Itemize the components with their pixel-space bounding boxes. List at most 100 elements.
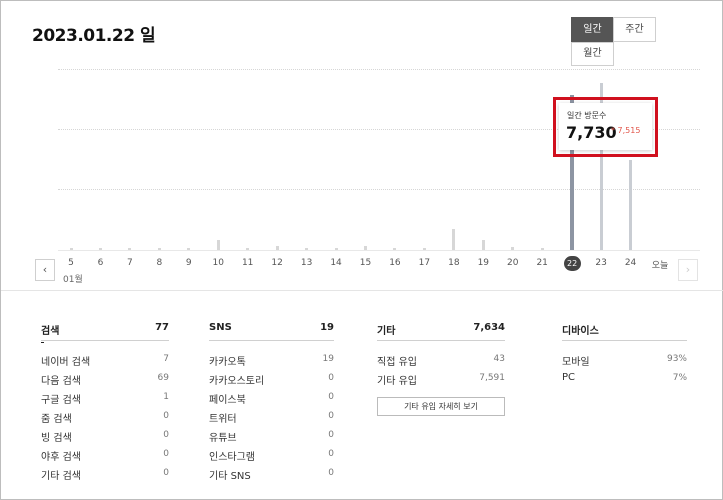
list-item: 모바일 93% (562, 349, 687, 368)
x-tick-label[interactable]: 19 (471, 258, 495, 268)
month-label: 01월 (63, 275, 83, 285)
daily-button[interactable]: 일간 (571, 17, 614, 42)
chart-bar-13[interactable] (305, 248, 309, 250)
list-item-value: 0 (163, 411, 169, 421)
chart-bar-12[interactable] (275, 246, 279, 250)
chart-bar-11[interactable] (246, 248, 250, 250)
x-tick-label[interactable]: 10 (206, 258, 230, 268)
chart-bar-17[interactable] (422, 248, 426, 250)
chart-bar-8[interactable] (157, 248, 161, 250)
chart-bar-10[interactable] (216, 240, 220, 250)
list-item-label: 네이버 검색 (41, 357, 91, 368)
list-item: 기타 SNS 0 (209, 463, 334, 482)
x-tick-label[interactable]: 16 (383, 258, 407, 268)
etc-detail-button[interactable]: 기타 유입 자세히 보기 (377, 397, 505, 416)
etc-stats-header: 기타 7,634 (377, 319, 505, 341)
list-item: 네이버 검색 7 (41, 349, 169, 368)
search-stats: 검색 77 네이버 검색 7 다음 검색 69 구글 검색 1 줌 검색 0 빙 검색 0… (41, 319, 169, 482)
sns-stats-header: SNS 19 (209, 319, 334, 341)
list-item-label: 기타 SNS (209, 471, 251, 482)
x-tick-label[interactable]: 24 (619, 258, 643, 268)
list-item-label: 카카오스토리 (209, 376, 265, 387)
x-tick-label[interactable]: 13 (295, 258, 319, 268)
list-item-value: 0 (163, 430, 169, 440)
x-tick-label[interactable]: 22 (563, 256, 581, 271)
list-item-value: 0 (328, 392, 334, 402)
list-item: 카카오톡 19 (209, 349, 334, 368)
x-tick-label[interactable]: 17 (412, 258, 436, 268)
list-item-label: 트위터 (209, 414, 237, 425)
list-item-label: 카카오톡 (209, 357, 246, 368)
chart-bar-14[interactable] (334, 248, 338, 250)
list-item: 카카오스토리 0 (209, 368, 334, 387)
list-item: 빙 검색 0 (41, 425, 169, 444)
list-item-value: 19 (322, 354, 334, 364)
list-item-value: 0 (328, 468, 334, 478)
chevron-left-icon[interactable]: ‹ (35, 259, 55, 281)
list-item-label: PC (562, 372, 576, 383)
sns-stats-total: 19 (320, 322, 334, 333)
x-tick-label[interactable]: 21 (530, 258, 554, 268)
chart-bar-19[interactable] (481, 239, 485, 250)
chart-bar-18[interactable] (452, 229, 456, 250)
gridline (58, 189, 700, 190)
list-item: 다음 검색 69 (41, 368, 169, 387)
list-item: 직접 유입 43 (377, 349, 505, 368)
list-item-label: 유튜브 (209, 433, 237, 444)
list-item-label: 페이스북 (209, 395, 246, 406)
list-item-label: 야후 검색 (41, 452, 81, 463)
chart-bar-24[interactable] (629, 159, 633, 250)
list-item-value: 7,591 (479, 373, 505, 383)
x-tick-label[interactable]: 6 (88, 258, 112, 268)
tooltip-highlight-box (553, 97, 658, 157)
x-tick-label[interactable]: 23 (589, 258, 613, 268)
x-tick-label[interactable]: 15 (354, 258, 378, 268)
search-stats-header: 검색 77 (41, 319, 169, 343)
monthly-button[interactable]: 월간 (571, 42, 614, 66)
period-toggle: 일간 주간 (571, 17, 656, 42)
list-item-value: 0 (328, 430, 334, 440)
x-tick-label[interactable]: 8 (147, 258, 171, 268)
chart-bar-9[interactable] (187, 248, 191, 250)
etc-stats: 기타 7,634 직접 유입 43 기타 유입 7,591 (377, 319, 505, 387)
list-item-label: 모바일 (562, 357, 590, 368)
list-item-label: 빙 검색 (41, 433, 72, 444)
chart-bar-16[interactable] (393, 248, 397, 250)
x-tick-label[interactable]: 12 (265, 258, 289, 268)
list-item-label: 구글 검색 (41, 395, 81, 406)
x-tick-label[interactable]: 18 (442, 258, 466, 268)
list-item: 페이스북 0 (209, 387, 334, 406)
weekly-button[interactable]: 주간 (613, 17, 656, 42)
list-item-value: 69 (157, 373, 169, 383)
x-tick-label[interactable]: 5 (59, 258, 83, 268)
list-item-value: 0 (328, 373, 334, 383)
list-item-value: 0 (328, 411, 334, 421)
x-tick-label[interactable]: 11 (236, 258, 260, 268)
x-tick-label[interactable]: 14 (324, 258, 348, 268)
list-item-label: 인스타그램 (209, 452, 255, 463)
chart-bar-21[interactable] (540, 248, 544, 250)
list-item: 기타 검색 0 (41, 463, 169, 482)
list-item: PC 7% (562, 368, 687, 387)
x-tick-label[interactable]: 20 (501, 258, 525, 268)
list-item-value: 0 (163, 449, 169, 459)
x-tick-label[interactable]: 9 (177, 258, 201, 268)
x-tick-label[interactable]: 7 (118, 258, 142, 268)
list-item: 트위터 0 (209, 406, 334, 425)
list-item: 인스타그램 0 (209, 444, 334, 463)
etc-stats-total: 7,634 (473, 322, 505, 333)
chart-bar-6[interactable] (98, 248, 102, 250)
chart-bar-15[interactable] (364, 246, 367, 250)
x-tick-label[interactable]: 오늘 (648, 258, 672, 271)
chart-bar-20[interactable] (511, 247, 515, 250)
list-item: 구글 검색 1 (41, 387, 169, 406)
chart-bar-5[interactable] (69, 248, 73, 250)
device-stats: 디바이스 모바일 93% PC 7% (562, 319, 687, 387)
chevron-right-icon[interactable]: › (678, 259, 698, 281)
list-item-label: 기타 유입 (377, 376, 417, 387)
list-item-value: 93% (666, 354, 687, 364)
page-title: 2023.01.22 일 (32, 26, 156, 46)
sns-stats: SNS 19 카카오톡 19 카카오스토리 0 페이스북 0 트위터 0 유튜브 0 인스… (209, 319, 334, 482)
list-item: 줌 검색 0 (41, 406, 169, 425)
chart-bar-7[interactable] (128, 248, 132, 250)
